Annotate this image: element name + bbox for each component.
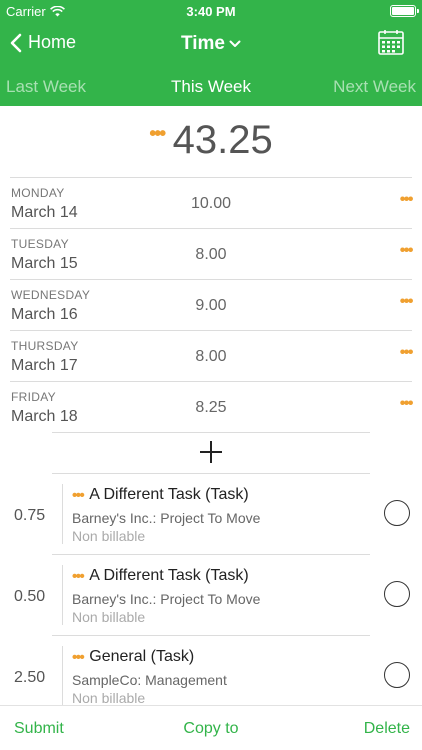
day-hours: 10.00: [190, 195, 232, 212]
task-name: General (Task): [89, 648, 195, 665]
task-hours: 2.50: [14, 669, 46, 686]
task-name: A Different Task (Task): [89, 486, 249, 503]
task-client: Barney's Inc.: Project To Move: [72, 510, 261, 526]
header: Carrier 3:40 PM Home Time Last Week This…: [0, 0, 422, 106]
more-dots-icon[interactable]: •••: [72, 487, 85, 504]
status-bar: Carrier 3:40 PM: [0, 0, 422, 22]
day-hours: 8.25: [195, 399, 227, 416]
more-dots-icon[interactable]: •••: [400, 293, 414, 311]
task-client: Barney's Inc.: Project To Move: [72, 591, 261, 607]
nav-bar: Home Time: [0, 22, 422, 66]
day-row[interactable]: MONDAY March 14 10.00 •••: [10, 177, 414, 228]
task-title[interactable]: ••• A Different Task (Task): [72, 567, 249, 585]
day-hours: 8.00: [195, 348, 227, 365]
more-dots-icon[interactable]: •••: [400, 242, 414, 260]
task-divider: [62, 646, 63, 706]
copy-to-button[interactable]: Copy to: [0, 720, 422, 738]
task-billing: Non billable: [72, 690, 146, 706]
more-dots-icon[interactable]: •••: [400, 191, 414, 209]
back-label: Home: [28, 32, 77, 52]
task-name: A Different Task (Task): [89, 567, 249, 584]
more-dots-icon[interactable]: •••: [72, 568, 85, 585]
day-hours: 8.00: [195, 246, 227, 263]
delete-button[interactable]: Delete: [364, 720, 410, 738]
task-client: SampleCo: Management: [72, 672, 227, 688]
back-button[interactable]: Home: [10, 32, 76, 53]
task-title[interactable]: ••• A Different Task (Task): [72, 486, 249, 504]
day-row[interactable]: TUESDAY March 15 8.00 •••: [10, 228, 414, 279]
task-hours: 0.75: [14, 507, 46, 524]
task-divider: [62, 484, 63, 544]
more-dots-icon[interactable]: •••: [72, 649, 85, 666]
more-dots-icon[interactable]: •••: [400, 395, 414, 413]
battery-icon: [390, 5, 419, 17]
circle-check-icon[interactable]: [384, 500, 410, 526]
task-billing: Non billable: [72, 528, 146, 544]
more-dots-icon[interactable]: •••: [149, 123, 166, 145]
task-title[interactable]: ••• General (Task): [72, 648, 194, 666]
next-week-tab[interactable]: Next Week: [333, 77, 416, 97]
day-row[interactable]: THURSDAY March 17 8.00 •••: [10, 330, 414, 381]
title-dropdown[interactable]: Time: [181, 33, 241, 55]
day-list: MONDAY March 14 10.00 ••• TUESDAY March …: [0, 177, 422, 432]
calendar-icon[interactable]: [378, 29, 404, 55]
circle-check-icon[interactable]: [384, 581, 410, 607]
total-hours: 43.25: [172, 118, 273, 162]
day-hours: 9.00: [195, 297, 227, 314]
more-dots-icon[interactable]: •••: [400, 344, 414, 362]
day-row[interactable]: FRIDAY March 18 8.25 •••: [10, 381, 414, 432]
chevron-left-icon: [10, 33, 22, 52]
week-switcher: Last Week This Week Next Week: [0, 72, 422, 102]
plus-icon[interactable]: [200, 441, 222, 463]
add-entry-row: [52, 432, 370, 474]
task-row[interactable]: 0.75 ••• A Different Task (Task) Barney'…: [0, 474, 422, 555]
day-row[interactable]: WEDNESDAY March 16 9.00 •••: [10, 279, 414, 330]
bottom-toolbar: Submit Copy to Delete: [0, 705, 422, 750]
chevron-down-icon: [229, 40, 241, 47]
task-list: 0.75 ••• A Different Task (Task) Barney'…: [0, 474, 422, 717]
page-title: Time: [180, 33, 225, 54]
circle-check-icon[interactable]: [384, 662, 410, 688]
task-divider: [62, 565, 63, 625]
task-billing: Non billable: [72, 609, 146, 625]
week-total: ••• 43.25: [0, 118, 422, 168]
task-row[interactable]: 0.50 ••• A Different Task (Task) Barney'…: [0, 555, 422, 636]
task-hours: 0.50: [14, 588, 46, 605]
clock: 3:40 PM: [186, 4, 236, 19]
